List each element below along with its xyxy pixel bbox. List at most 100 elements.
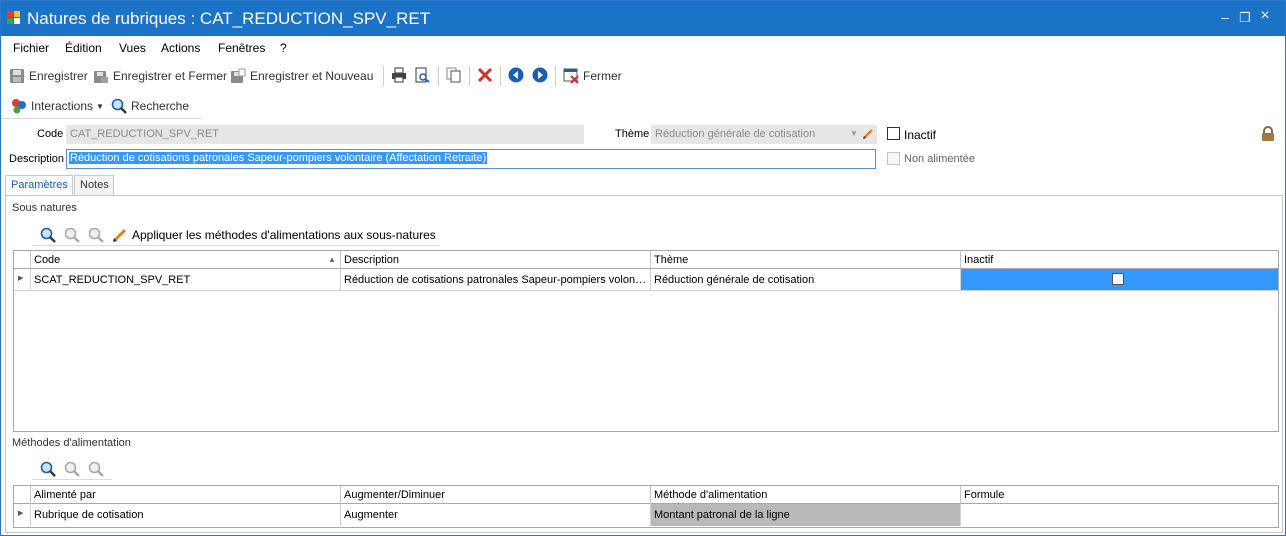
cell-formule[interactable] (961, 504, 1278, 526)
methodes-title: Méthodes d'alimentation (12, 437, 131, 449)
cell-code[interactable]: SCAT_REDUCTION_SPV_RET (31, 269, 341, 291)
sous-natures-title: Sous natures (12, 202, 77, 214)
toolbar-separator (469, 66, 470, 86)
cell-description[interactable]: Réduction de cotisations patronales Sape… (341, 269, 651, 291)
toolbar-separator (500, 66, 501, 86)
print-preview-icon[interactable] (414, 67, 430, 83)
minimize-button[interactable]: – (1217, 10, 1233, 25)
toolbar-separator (438, 66, 439, 86)
toolbar-separator (383, 66, 384, 86)
window-title: Natures de rubriques : CAT_REDUCTION_SPV… (27, 9, 431, 28)
menu-help[interactable]: ? (280, 41, 287, 55)
floppy-close-icon (94, 71, 108, 83)
apply-methods-label: Appliquer les méthodes d'alimentations a… (132, 228, 436, 242)
column-header-theme[interactable]: Thème (651, 251, 961, 269)
methodes-toolbar (32, 458, 112, 480)
code-label: Code (37, 128, 64, 140)
close-doc-icon (563, 68, 579, 84)
secondary-toolbar: Interactions ▼ Recherche (1, 93, 201, 119)
column-header-alimente-par[interactable]: Alimenté par (31, 486, 341, 504)
print-icon[interactable] (391, 67, 407, 83)
zoom-icon[interactable] (40, 461, 56, 477)
copy-icon[interactable] (446, 67, 462, 83)
dropdown-arrow-icon[interactable]: ▼ (850, 129, 858, 138)
close-window-button[interactable]: × (1257, 7, 1273, 25)
main-window: Natures de rubriques : CAT_REDUCTION_SPV… (0, 0, 1286, 536)
menu-fenetres[interactable]: Fenêtres (218, 41, 265, 55)
cell-methode[interactable]: Montant patronal de la ligne (651, 504, 961, 526)
interactions-icon (12, 99, 26, 114)
floppy-new-icon (231, 68, 246, 83)
search-button[interactable]: Recherche (111, 97, 189, 115)
zoom-out-icon (88, 227, 104, 243)
lock-icon (1262, 126, 1274, 141)
column-header-code[interactable]: Code ▲ (31, 251, 341, 269)
zoom-icon[interactable] (40, 227, 56, 243)
previous-icon[interactable] (508, 67, 524, 83)
cell-augmenter[interactable]: Augmenter (341, 504, 651, 526)
edit-pencil-icon[interactable] (862, 128, 874, 140)
sort-ascending-icon: ▲ (328, 255, 336, 264)
cell-inactif[interactable] (961, 269, 1278, 291)
search-label: Recherche (131, 99, 190, 113)
row-pointer-icon: ▶ (14, 269, 31, 291)
zoom-in-icon (64, 227, 80, 243)
delete-icon[interactable] (477, 67, 493, 83)
zoom-out-icon (88, 461, 104, 477)
chevron-down-icon: ▼ (96, 101, 104, 111)
save-close-label: Enregistrer et Fermer (113, 69, 228, 83)
row-pointer-icon: ▶ (14, 504, 31, 526)
floppy-icon (10, 69, 24, 83)
column-header-augmenter[interactable]: Augmenter/Diminuer (341, 486, 651, 504)
restore-button[interactable]: ❐ (1237, 10, 1253, 26)
menu-edition[interactable]: Édition (65, 41, 102, 55)
save-new-label: Enregistrer et Nouveau (250, 69, 374, 83)
menu-actions[interactable]: Actions (161, 41, 200, 55)
menu-fichier[interactable]: Fichier (13, 41, 49, 55)
column-header-description[interactable]: Description (341, 251, 651, 269)
close-label: Fermer (583, 69, 622, 83)
menu-bar: Fichier Édition Vues Actions Fenêtres ? (1, 37, 1285, 59)
tab-notes[interactable]: Notes (74, 175, 114, 196)
column-header-inactif[interactable]: Inactif (961, 251, 1278, 269)
description-label: Description (9, 153, 65, 165)
interactions-label: Interactions (31, 99, 94, 113)
theme-value: Réduction générale de cotisation (655, 128, 816, 140)
not-fed-label: Non alimentée (904, 153, 975, 165)
save-label: Enregistrer (29, 69, 88, 83)
save-button[interactable]: Enregistrer (9, 67, 88, 85)
cell-alimente-par[interactable]: Rubrique de cotisation (31, 504, 341, 526)
next-icon[interactable] (532, 67, 548, 83)
description-selected-text: Réduction de cotisations patronales Sape… (69, 152, 488, 164)
app-icon (7, 11, 20, 24)
column-header-formule[interactable]: Formule (961, 486, 1278, 504)
column-header-label: Code (34, 254, 61, 266)
save-new-button[interactable]: Enregistrer et Nouveau (230, 67, 373, 85)
code-field[interactable]: CAT_REDUCTION_SPV_RET (66, 125, 584, 144)
title-bar[interactable]: Natures de rubriques : CAT_REDUCTION_SPV… (1, 1, 1285, 36)
column-header-methode[interactable]: Méthode d'alimentation (651, 486, 961, 504)
theme-label: Thème (615, 128, 650, 140)
toolbar-separator (555, 66, 556, 86)
not-fed-checkbox (887, 152, 900, 165)
inactive-checkbox[interactable] (887, 127, 900, 140)
sous-natures-grid: Code ▲ Description Thème Inactif ▶ SCAT_… (13, 250, 1279, 432)
zoom-in-icon (64, 461, 80, 477)
inactive-label: Inactif (904, 128, 937, 142)
menu-vues[interactable]: Vues (119, 41, 146, 55)
interactions-button[interactable]: Interactions ▼ (11, 97, 104, 115)
methodes-grid: Alimenté par Augmenter/Diminuer Méthode … (13, 485, 1279, 528)
description-field[interactable]: Réduction de cotisations patronales Sape… (66, 149, 876, 169)
apply-methods-button[interactable]: Appliquer les méthodes d'alimentations a… (112, 226, 436, 244)
main-toolbar: Enregistrer Enregistrer et Fermer Enregi… (1, 61, 1285, 89)
tab-parametres[interactable]: Paramètres (5, 175, 73, 197)
cell-theme[interactable]: Réduction générale de cotisation (651, 269, 961, 291)
theme-select[interactable]: Réduction générale de cotisation (651, 125, 877, 144)
row-indicator-header (14, 251, 31, 269)
pencil-icon (113, 228, 127, 242)
save-close-button[interactable]: Enregistrer et Fermer (93, 67, 227, 85)
close-button[interactable]: Fermer (563, 67, 622, 85)
parametres-panel: Sous natures Appliquer les méthodes d'al… (5, 195, 1283, 533)
row-inactive-checkbox[interactable] (1112, 273, 1124, 285)
search-icon (111, 98, 127, 114)
